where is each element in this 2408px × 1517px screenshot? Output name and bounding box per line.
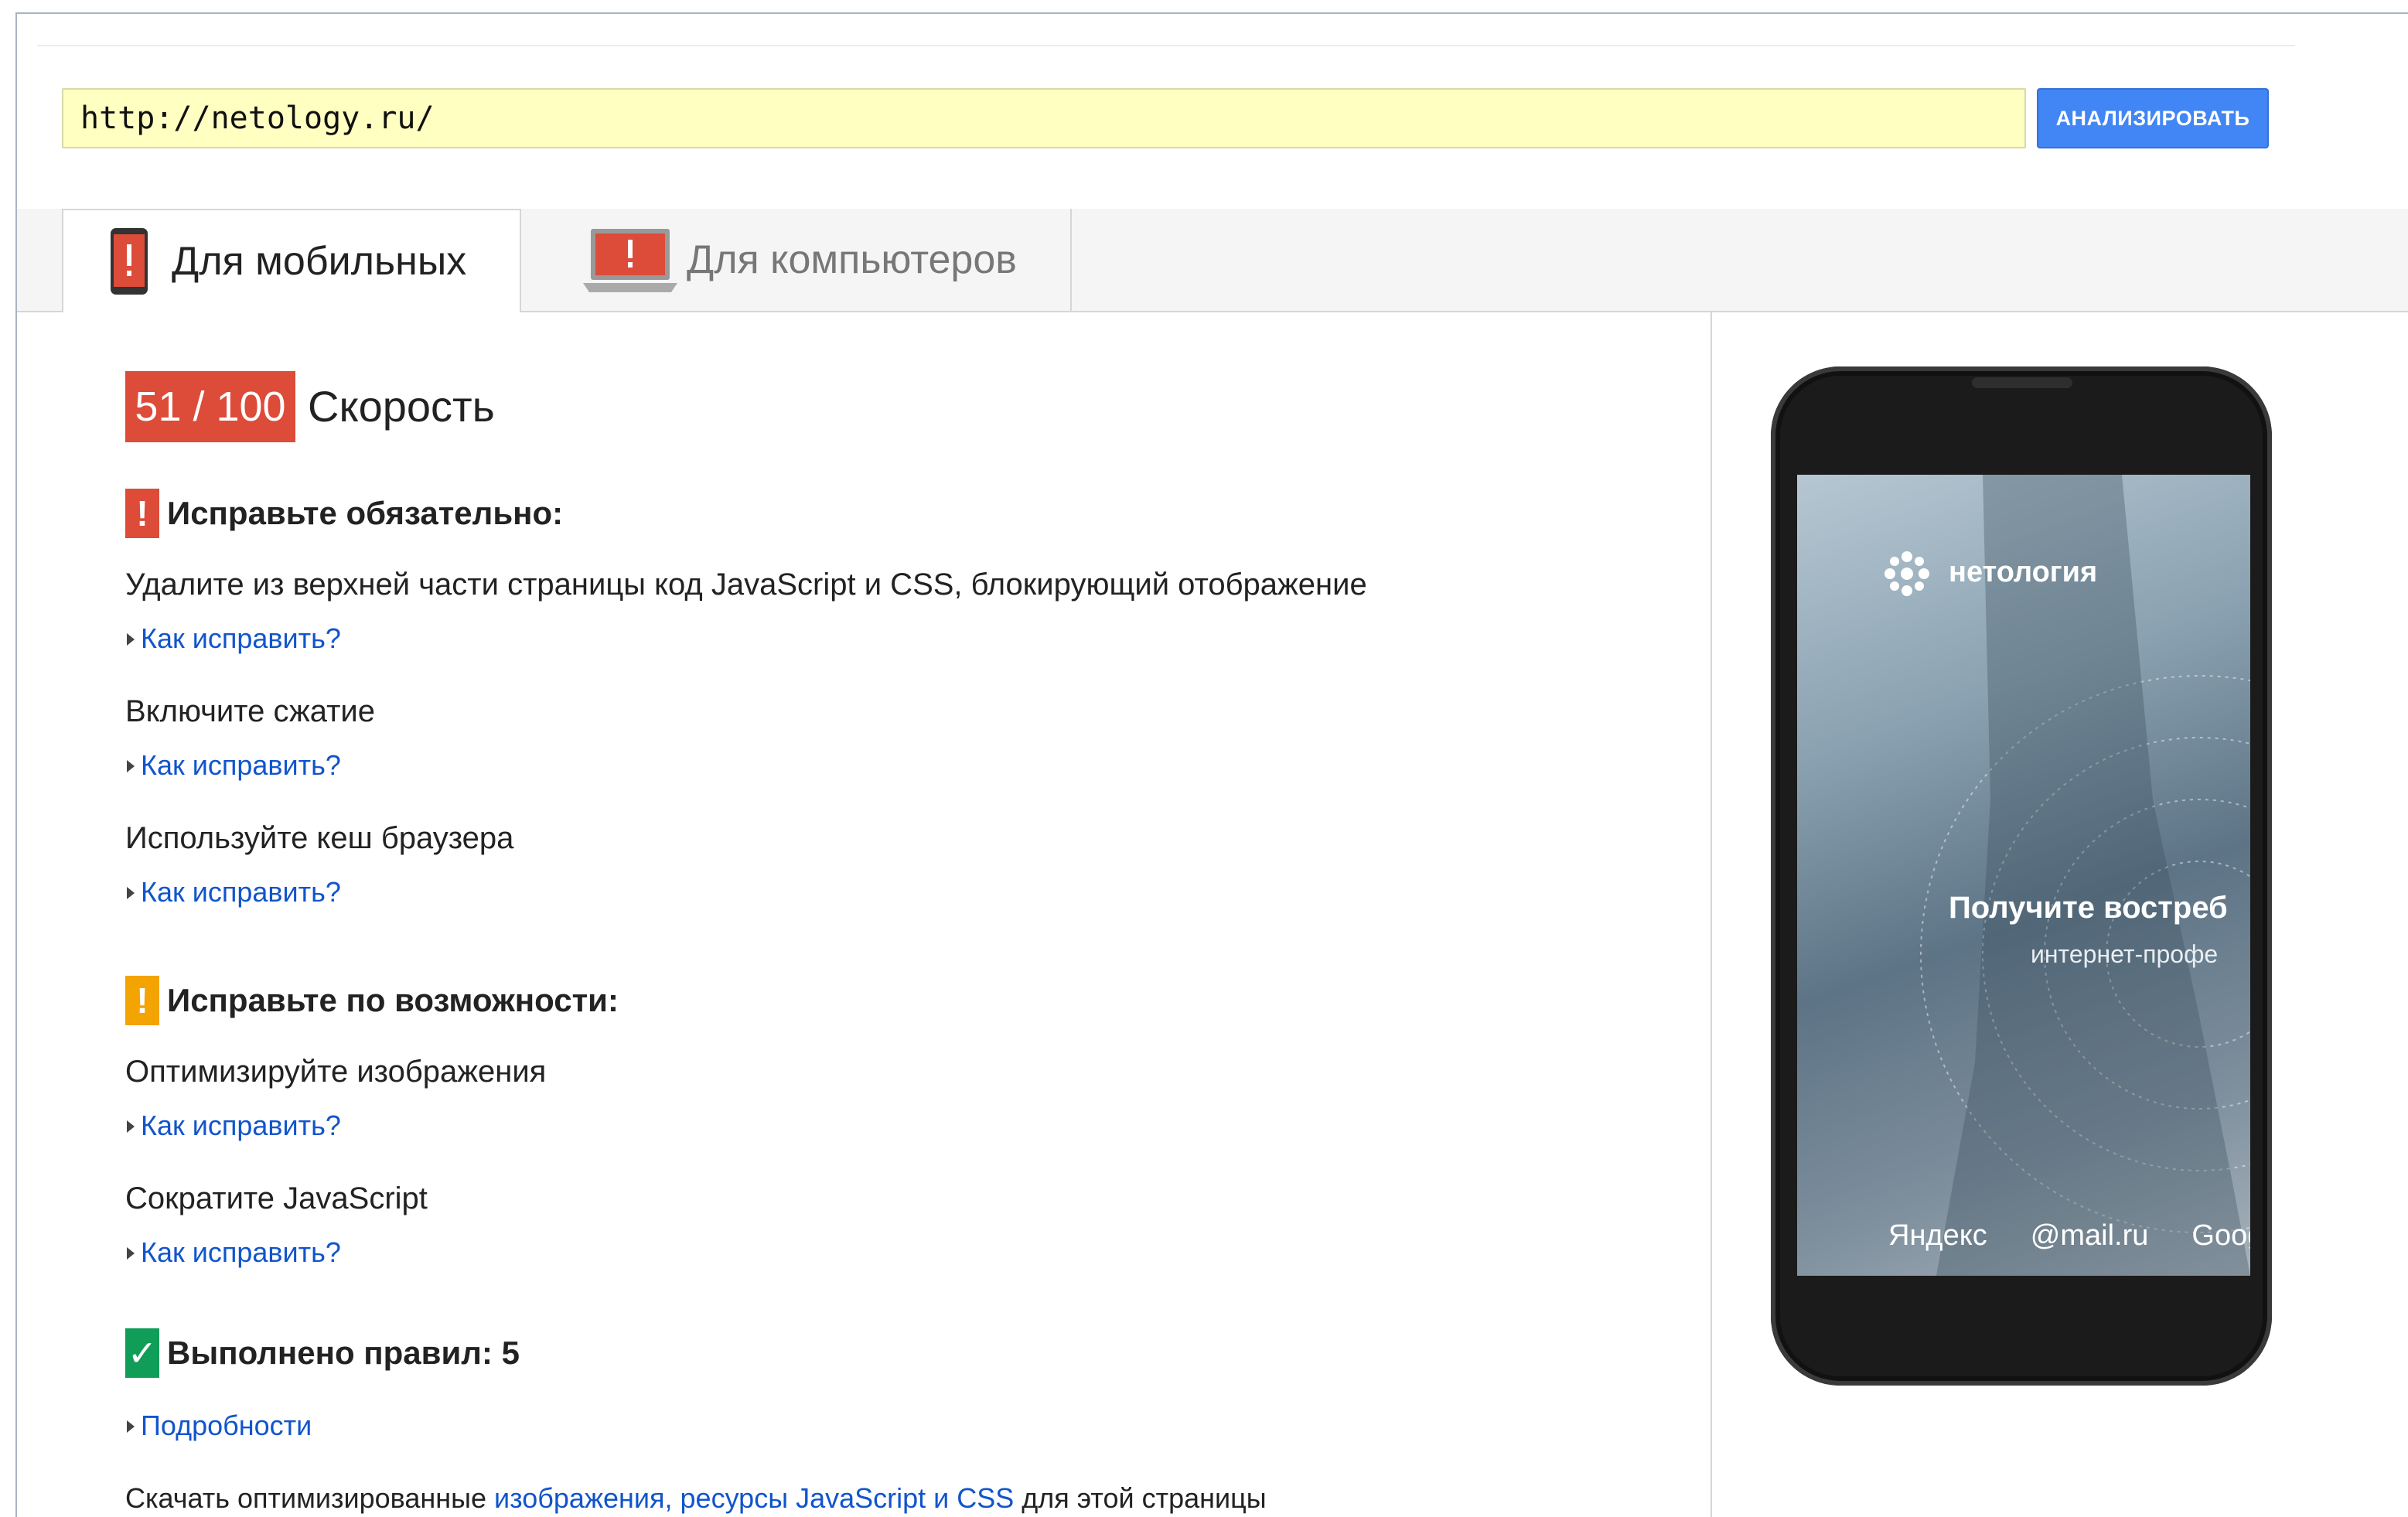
rule-title: Используйте кеш браузера	[125, 821, 514, 855]
how-to-fix-link[interactable]: Как исправить?	[127, 1107, 341, 1144]
download-prefix: Скачать оптимизированные	[125, 1482, 495, 1514]
tab-mobile[interactable]: Для мобильных	[62, 209, 521, 312]
partner-mailru: @mail.ru	[2030, 1219, 2149, 1252]
partner-google: Goog	[2191, 1219, 2250, 1252]
download-optimized-line: Скачать оптимизированные изображения, ре…	[125, 1480, 1267, 1517]
how-to-fix-link[interactable]: Как исправить?	[127, 620, 341, 657]
how-to-fix-link[interactable]: Как исправить?	[127, 747, 341, 784]
analyze-button[interactable]: АНАЛИЗИРОВАТЬ	[2037, 88, 2269, 148]
preview-headline: Получите востреб	[1949, 891, 2228, 925]
download-resources-link[interactable]: изображения, ресурсы JavaScript и CSS	[494, 1482, 1014, 1514]
how-to-fix-link[interactable]: Как исправить?	[127, 1234, 341, 1271]
warning-icon: !	[125, 976, 159, 1025]
phone-warning-icon	[111, 228, 148, 295]
expand-triangle-icon	[127, 633, 135, 646]
rule-title: Удалите из верхней части страницы код Ja…	[125, 568, 1367, 602]
download-suffix: для этой страницы	[1014, 1482, 1267, 1514]
partner-yandex: Яндекс	[1888, 1219, 1987, 1252]
window-frame-top	[15, 12, 2408, 14]
mobile-preview-phone: нетология Получите востреб интернет-проф…	[1771, 366, 2272, 1386]
score-label: Скорость	[308, 382, 495, 431]
expand-triangle-icon	[127, 1420, 135, 1433]
must-fix-heading: Исправьте обязательно:	[167, 495, 564, 531]
expand-triangle-icon	[127, 1120, 135, 1133]
phone-speaker	[1972, 377, 2072, 388]
laptop-warning-icon	[583, 229, 677, 292]
tab-desktop[interactable]: Для компьютеров	[521, 209, 1072, 311]
tab-mobile-label: Для мобильных	[172, 239, 467, 284]
preview-subline: интернет-профе	[2031, 940, 2219, 968]
rule-title: Включите сжатие	[125, 694, 375, 728]
expand-triangle-icon	[127, 1247, 135, 1260]
tab-desktop-label: Для компьютеров	[687, 237, 1017, 282]
rule-title: Сократите JavaScript	[125, 1181, 428, 1215]
details-link[interactable]: Подробности	[127, 1407, 312, 1444]
expand-triangle-icon	[127, 760, 135, 772]
netology-logo-icon	[1884, 551, 1929, 596]
expand-triangle-icon	[127, 887, 135, 899]
passed-rules-heading: Выполнено правил: 5	[167, 1335, 520, 1371]
url-input[interactable]	[62, 88, 2026, 148]
device-tabs: Для мобильных Для компьютеров	[17, 209, 2408, 312]
how-to-fix-link[interactable]: Как исправить?	[127, 874, 341, 911]
column-divider	[1710, 311, 1712, 1517]
checkmark-icon: ✓	[125, 1328, 159, 1378]
critical-warning-icon: !	[125, 489, 159, 538]
score-badge: 51 / 100	[125, 371, 295, 442]
partner-logos: Яндекс @mail.ru Goog	[1888, 1217, 2250, 1254]
should-fix-heading: Исправьте по возможности:	[167, 982, 619, 1018]
top-divider	[37, 45, 2295, 46]
rule-title: Оптимизируйте изображения	[125, 1055, 547, 1089]
mobile-preview-screen: нетология Получите востреб интернет-проф…	[1797, 475, 2250, 1276]
decorative-circles	[1920, 475, 2250, 1276]
netology-logo-text: нетология	[1949, 556, 2098, 588]
